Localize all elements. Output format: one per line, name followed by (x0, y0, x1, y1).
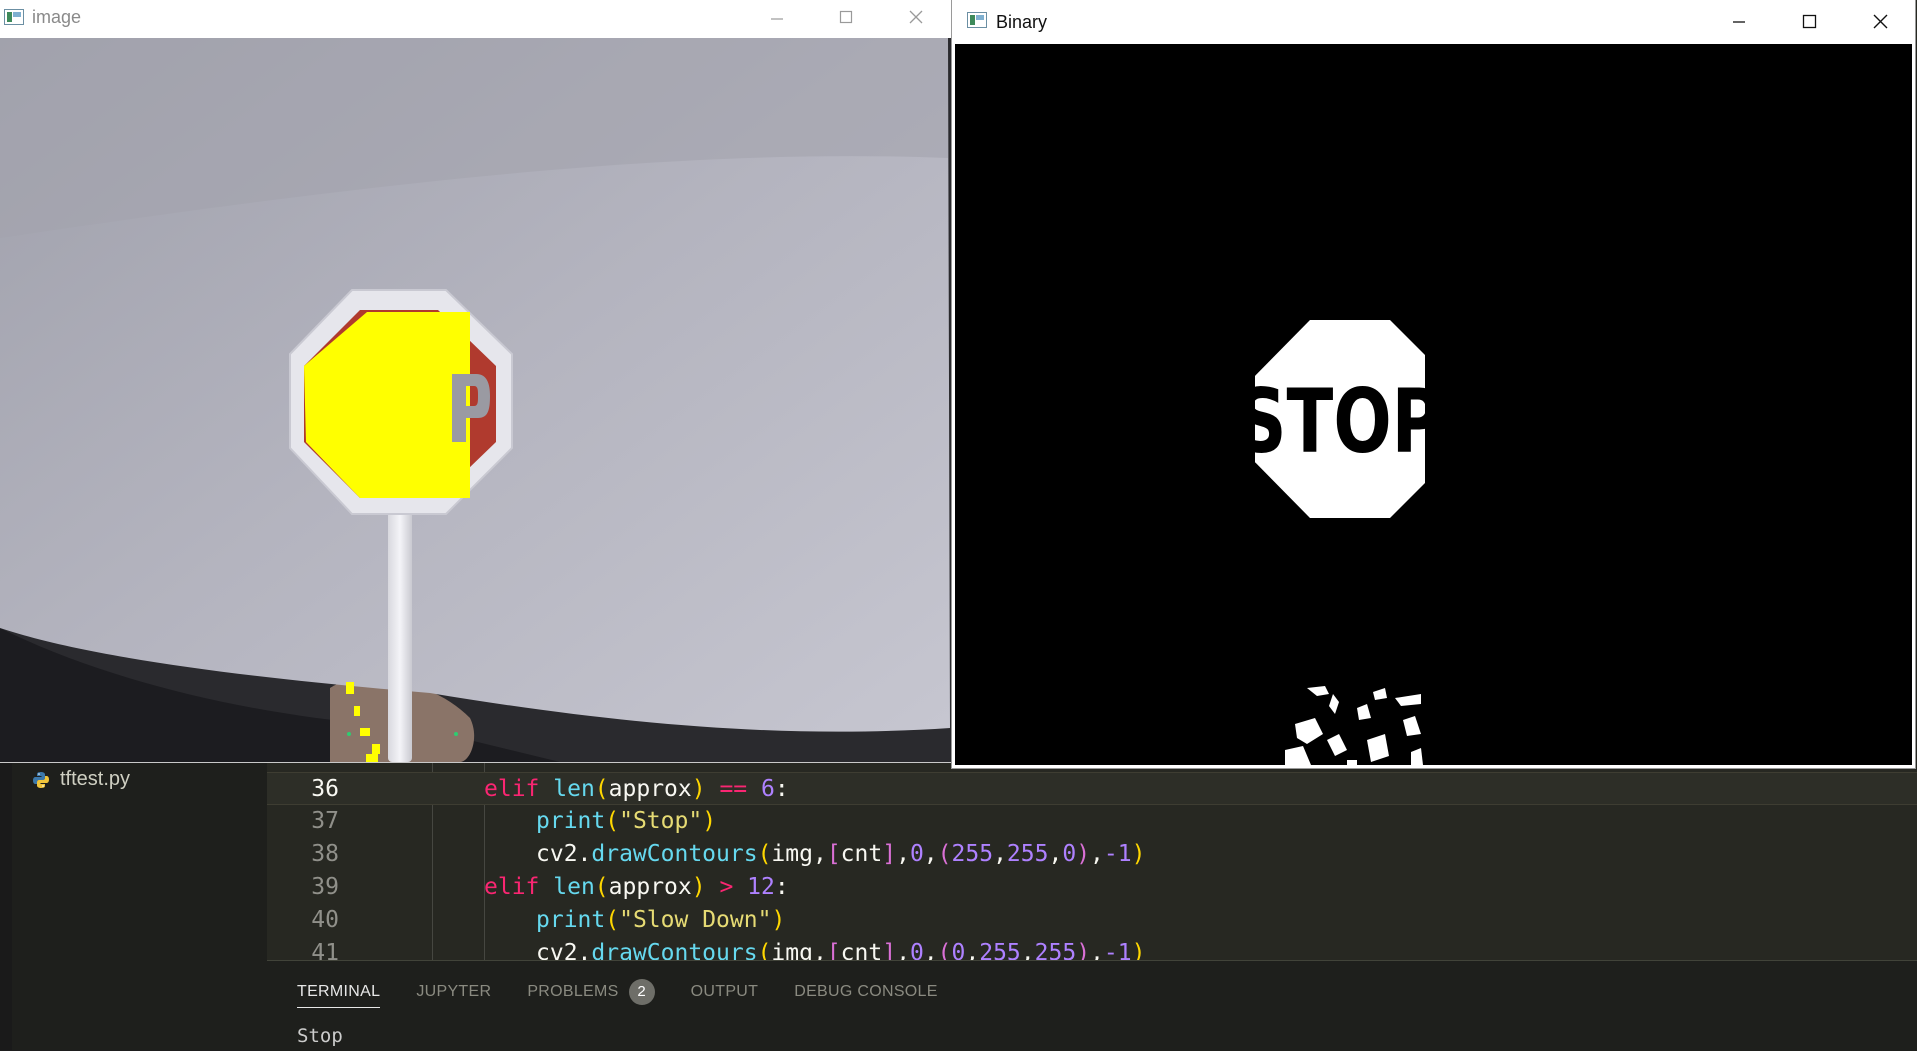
python-file-icon (32, 771, 50, 789)
code-text: print("Slow Down") (536, 904, 785, 937)
binary-sign: STOP (1237, 320, 1442, 518)
binary-noise (1285, 686, 1423, 765)
code-token: ( (605, 808, 620, 834)
code-token: ) (691, 776, 706, 802)
code-token: len (553, 776, 595, 802)
code-token: 0 (1062, 841, 1077, 867)
code-text: elif len(approx) > 12: (484, 871, 789, 904)
close-icon[interactable] (902, 3, 930, 31)
panel-tabs: TERMINAL JUPYTER PROBLEMS 2 OUTPUT DEBUG CONS… (297, 979, 974, 1011)
code-token: print (536, 907, 606, 933)
code-token: approx (608, 776, 692, 802)
code-token: ] (882, 841, 897, 867)
maximize-icon[interactable] (1795, 7, 1823, 35)
code-text: elif len(approx) == 6: (484, 773, 789, 806)
maximize-icon[interactable] (832, 3, 860, 31)
window-title: image (32, 7, 82, 27)
code-token: "Slow Down" (619, 907, 772, 933)
code-token: , (896, 841, 910, 867)
code-line[interactable]: 38 cv2.drawContours(img,[cnt],0,(255,255,… (267, 838, 1917, 871)
code-token: ) (771, 907, 786, 933)
explorer-file-name: tftest.py (60, 768, 131, 790)
tab-output[interactable]: OUTPUT (691, 983, 759, 1007)
tab-jupyter[interactable]: JUPYTER (416, 983, 491, 1007)
code-token: 12 (747, 874, 775, 900)
tab-terminal[interactable]: TERMINAL (297, 982, 381, 1008)
code-token: ) (1076, 841, 1091, 867)
code-token: ) (702, 808, 717, 834)
tab-label: DEBUG CONSOLE (794, 983, 938, 1000)
code-token: ( (605, 907, 620, 933)
minimize-icon[interactable] (1725, 8, 1753, 36)
code-text: print("Stop") (536, 805, 716, 838)
close-icon[interactable] (1866, 7, 1894, 35)
tab-label: JUPYTER (416, 983, 492, 1000)
code-token: [ (826, 841, 841, 867)
code-token: ) (691, 874, 706, 900)
code-token: 255 (951, 841, 994, 867)
image-window-titlebar[interactable]: image (0, 0, 952, 38)
code-line[interactable]: 40 print("Slow Down") (267, 904, 1917, 937)
code-token: ) (1131, 841, 1146, 867)
code-token: ( (937, 841, 952, 867)
code-token: cnt (840, 841, 883, 867)
line-number: 38 (311, 841, 339, 867)
code-token: : (774, 776, 789, 802)
code-token: elif (484, 776, 554, 802)
opencv-window-icon (967, 12, 987, 32)
window-title: Binary (996, 12, 1048, 32)
line-number: 37 (311, 808, 339, 834)
terminal-output[interactable]: Stop (297, 1025, 343, 1047)
code-token: == (705, 776, 761, 802)
code-token: -1 (1103, 841, 1132, 867)
code-token: "Stop" (619, 808, 703, 834)
binary-window-titlebar[interactable]: Binary (952, 0, 1915, 44)
code-token: drawContours (591, 841, 758, 867)
tab-problems[interactable]: PROBLEMS 2 (527, 979, 655, 1011)
code-token: , (1048, 841, 1063, 867)
binary-sign-text: STOP (1237, 371, 1442, 474)
code-token: 255 (1006, 841, 1049, 867)
code-token: print (536, 808, 606, 834)
line-number: 36 (311, 776, 339, 802)
code-token: approx (608, 874, 692, 900)
code-token: len (553, 874, 595, 900)
line-number: 40 (311, 907, 339, 933)
code-token: ( (594, 874, 609, 900)
code-token: : (774, 874, 789, 900)
tab-debug-console[interactable]: DEBUG CONSOLE (794, 983, 938, 1007)
code-token: , (923, 841, 938, 867)
code-line[interactable]: 39 elif len(approx) > 12: (267, 871, 1917, 904)
code-token: 6 (761, 776, 775, 802)
explorer-file-item[interactable]: tftest.py (32, 768, 130, 791)
bottom-panel: TERMINAL JUPYTER PROBLEMS 2 OUTPUT DEBUG CONS… (267, 960, 1917, 1051)
tab-label: TERMINAL (297, 982, 381, 1000)
binary-window[interactable]: Binary STOP (952, 0, 1915, 768)
code-token: ( (757, 841, 772, 867)
code-token: img, (771, 841, 827, 867)
tab-label: OUTPUT (690, 983, 759, 1000)
code-token: , (1090, 841, 1104, 867)
code-token: ( (594, 776, 609, 802)
opencv-window-icon (4, 9, 24, 29)
code-token: > (705, 874, 748, 900)
binary-frame: STOP (955, 44, 1912, 765)
code-token: elif (484, 874, 554, 900)
minimize-icon[interactable] (763, 5, 791, 33)
code-line[interactable]: 37 print("Stop") (267, 805, 1917, 838)
code-text: cv2.drawContours(img,[cnt],0,(255,255,0)… (536, 838, 1145, 871)
code-token: 0 (909, 841, 924, 867)
code-token: cv2. (536, 841, 592, 867)
tab-label: PROBLEMS (527, 983, 619, 1000)
camera-frame (0, 38, 952, 762)
code-line[interactable]: 36 elif len(approx) == 6: (267, 772, 1917, 805)
code-token: , (993, 841, 1007, 867)
image-window[interactable]: image (0, 0, 952, 762)
line-number: 39 (311, 874, 339, 900)
problems-count-badge: 2 (628, 979, 655, 1005)
